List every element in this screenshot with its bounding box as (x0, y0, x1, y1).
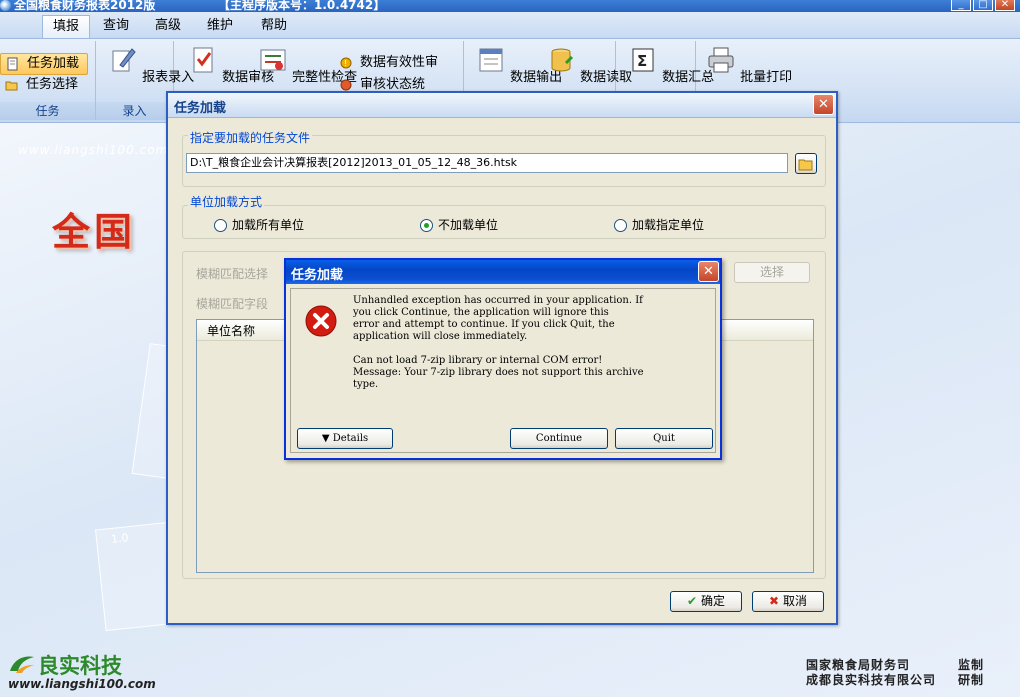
browse-file-button[interactable] (795, 153, 817, 174)
dialog-caption: 任务加载 ✕ (168, 93, 836, 118)
credit-org-2: 成都良实科技有限公司 (806, 673, 937, 687)
status-icon (340, 79, 352, 91)
close-window-button[interactable]: ✕ (995, 0, 1015, 11)
radio-no-units-label: 不加载单位 (438, 218, 499, 232)
pencil-icon (112, 48, 136, 72)
decorative-version: 1.0 (110, 531, 130, 546)
export-icon (479, 48, 503, 72)
task-select-label: 任务选择 (26, 77, 79, 92)
company-brand-name: 良实科技 (38, 654, 122, 678)
integrity-check-button[interactable]: 完整性检查 (258, 45, 357, 85)
ok-label: 确定 (700, 594, 725, 608)
folder-open-icon (798, 159, 813, 171)
error-icon (305, 305, 337, 337)
window-title: 全国粮食财务报表2012版 (14, 0, 156, 12)
warning-icon: ! (340, 57, 352, 69)
task-file-path-field[interactable]: D:\T_粮食企业会计决算报表[2012]2013_01_05_12_48_36… (186, 153, 788, 173)
dialog-title: 任务加载 (174, 101, 227, 116)
error-close-button[interactable]: ✕ (698, 261, 719, 282)
validity-audit-label: 数据有效性审 (360, 55, 439, 70)
maximize-button[interactable]: □ (973, 0, 993, 11)
data-import-button[interactable]: 数据读取 (546, 45, 632, 85)
file-group-title: 指定要加载的任务文件 (188, 129, 313, 146)
fuzzy-field-label: 模糊匹配字段 (196, 297, 269, 311)
sum-icon: Σ (632, 48, 654, 72)
radio-load-all-label: 加载所有单位 (232, 218, 305, 232)
report-entry-button[interactable]: 报表录入 (108, 45, 194, 85)
tab-fill-report[interactable]: 填报 (42, 15, 90, 38)
fuzzy-select-label: 模糊匹配选择 (196, 267, 269, 281)
triangle-down-icon: ▼ (321, 433, 333, 444)
website-url-bottom: www.liangshi100.com (8, 677, 156, 691)
group-task: 任务加载 任务选择 任务 (0, 41, 96, 120)
continue-button[interactable]: Continue (510, 428, 608, 449)
dialog-close-button[interactable]: ✕ (813, 94, 834, 115)
ok-button[interactable]: ✔ 确定 (670, 591, 742, 612)
tab-maintenance[interactable]: 维护 (200, 15, 240, 37)
data-export-button[interactable]: 数据输出 (476, 45, 562, 85)
form-check-icon (260, 49, 286, 71)
cancel-button[interactable]: ✖ 取消 (752, 591, 824, 612)
check-icon: ✔ (687, 594, 698, 608)
select-button[interactable]: 选择 (734, 262, 810, 283)
group-entry: 报表录入 录入 (96, 41, 194, 120)
app-icon (0, 0, 11, 11)
batch-print-button[interactable]: 批量打印 (706, 45, 792, 85)
radio-load-all-units[interactable]: 加载所有单位 (214, 217, 304, 233)
group-task-label: 任务 (0, 102, 95, 120)
cancel-label: 取消 (782, 594, 807, 608)
version-label: 【主程序版本号：1.0.4742】 (218, 0, 386, 12)
website-url-top: www.liangshi100.com (18, 143, 169, 157)
printer-icon (708, 47, 734, 73)
task-load-label: 任务加载 (27, 56, 80, 71)
batch-print-label: 批量打印 (740, 70, 793, 85)
radio-indicator-checked (420, 219, 433, 232)
mode-group-title: 单位加载方式 (188, 193, 265, 210)
error-dialog: 任务加载 ✕ Unhandled exception has occurred … (284, 258, 722, 460)
error-dialog-caption: 任务加载 ✕ (286, 260, 720, 284)
svg-text:Σ: Σ (637, 52, 647, 70)
radio-load-specified-units[interactable]: 加载指定单位 (614, 217, 704, 233)
unit-name-column: 单位名称 (207, 324, 256, 338)
title-bar: 全国粮食财务报表2012版 【主程序版本号：1.0.4742】 _ □ ✕ (0, 0, 1020, 12)
error-message: Unhandled exception has occurred in your… (353, 295, 644, 390)
brand-banner: 全国 (52, 210, 137, 254)
radio-specified-label: 加载指定单位 (632, 218, 705, 232)
quit-button[interactable]: Quit (615, 428, 713, 449)
tab-query[interactable]: 查询 (96, 15, 136, 37)
details-label: Details (332, 433, 369, 444)
radio-indicator (614, 219, 627, 232)
database-icon (551, 48, 574, 72)
credit-role-2: 研制 (958, 673, 985, 687)
error-dialog-title: 任务加载 (291, 268, 344, 283)
data-summary-button[interactable]: Σ 数据汇总 (628, 45, 714, 85)
details-button[interactable]: ▼ Details (297, 428, 393, 449)
data-audit-button[interactable]: 数据审核 (188, 45, 274, 85)
audit-status-label: 审核状态统 (360, 77, 426, 92)
tab-advanced[interactable]: 高级 (148, 15, 188, 37)
svg-text:!: ! (344, 59, 347, 68)
cross-icon: ✖ (769, 594, 780, 608)
company-logo-icon (10, 656, 34, 673)
task-select-button[interactable]: 任务选择 (0, 75, 78, 95)
tab-help[interactable]: 帮助 (254, 15, 294, 37)
radio-no-units[interactable]: 不加载单位 (420, 217, 498, 233)
ribbon-tabs: 填报 查询 高级 维护 帮助 (0, 12, 1020, 39)
document-icon (7, 57, 18, 71)
radio-indicator (214, 219, 227, 232)
task-load-button[interactable]: 任务加载 (0, 53, 88, 75)
group-entry-label: 录入 (96, 102, 173, 120)
validity-audit-button[interactable]: ! 数据有效性审 (334, 53, 438, 73)
error-content-panel: Unhandled exception has occurred in your… (290, 288, 716, 453)
minimize-button[interactable]: _ (951, 0, 971, 11)
folder-open-icon (5, 81, 18, 91)
checklist-icon (193, 47, 213, 73)
